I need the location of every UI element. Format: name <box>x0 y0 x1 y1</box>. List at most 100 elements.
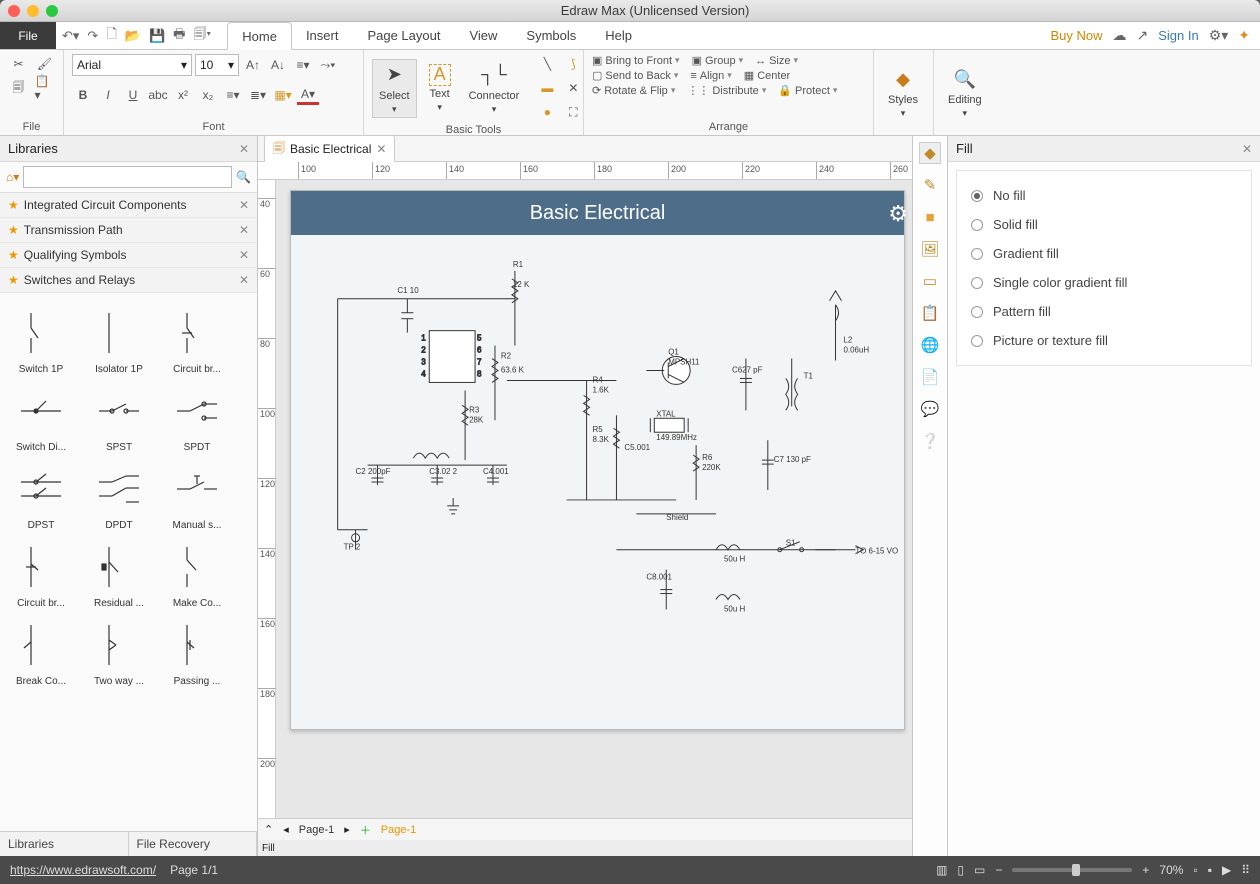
rect-shape-icon[interactable]: ▬ <box>537 78 557 98</box>
rotate-flip-button[interactable]: ⟳ Rotate & Flip <box>592 84 675 97</box>
text-tool-button[interactable]: AText▾ <box>423 62 457 115</box>
maximize-window-button[interactable] <box>46 5 58 17</box>
subscript-icon[interactable]: x₂ <box>197 85 219 105</box>
lib-cat-transmission[interactable]: ★Transmission Path✕ <box>0 218 257 243</box>
font-color-icon[interactable]: A▾ <box>297 85 319 105</box>
distribute-button[interactable]: ⋮⋮ Distribute <box>687 84 766 97</box>
grid-dots-icon[interactable]: ⠿ <box>1241 863 1250 877</box>
shape-residual-[interactable]: Residual ... <box>80 533 158 611</box>
page-tab-1-active[interactable]: Page-1 <box>381 824 416 836</box>
bring-front-button[interactable]: ▣ Bring to Front <box>592 54 680 67</box>
page-next-icon[interactable]: ▸ <box>344 823 350 836</box>
settings-icon[interactable]: ⚙▾ <box>1209 27 1229 44</box>
select-tool-button[interactable]: ➤Select▾ <box>372 59 417 118</box>
print-button[interactable]: 🖶 <box>173 25 185 47</box>
cloud-icon[interactable]: ☁ <box>1112 27 1126 44</box>
tab-view[interactable]: View <box>455 22 512 49</box>
shape-dpdt[interactable]: DPDT <box>80 455 158 533</box>
lib-cat-qualifying[interactable]: ★Qualifying Symbols✕ <box>0 243 257 268</box>
curve-text-icon[interactable]: ⤳▾ <box>317 55 339 75</box>
zoom-slider[interactable] <box>1012 868 1132 872</box>
copy-icon[interactable]: 🗐 <box>9 78 29 98</box>
page-tab-1[interactable]: Page-1 <box>299 824 334 836</box>
zoom-value[interactable]: 70% <box>1159 863 1183 877</box>
pages-arrow-icon[interactable]: ⌃ <box>264 823 273 836</box>
minimize-window-button[interactable] <box>27 5 39 17</box>
libraries-close-icon[interactable]: ✕ <box>239 142 249 156</box>
send-back-button[interactable]: ▢ Send to Back <box>592 69 678 82</box>
highlight-icon[interactable]: ▦▾ <box>272 85 294 105</box>
new-doc-button[interactable]: 🗋 <box>106 25 116 47</box>
format-painter-icon[interactable]: 🖌 <box>35 54 55 74</box>
lib-tab-file-recovery[interactable]: File Recovery <box>129 832 258 856</box>
page-prev-icon[interactable]: ◂ <box>283 823 289 836</box>
fill-opt-single-gradient[interactable]: Single color gradient fill <box>967 268 1241 297</box>
shape-break-co-[interactable]: Break Co... <box>2 611 80 689</box>
sign-in-link[interactable]: Sign In <box>1158 28 1198 43</box>
tab-help[interactable]: Help <box>591 22 647 49</box>
shape-fill-icon[interactable]: ■ <box>919 206 941 228</box>
bold-icon[interactable]: B <box>72 85 94 105</box>
superscript-icon[interactable]: x² <box>172 85 194 105</box>
shape-dpst[interactable]: DPST <box>2 455 80 533</box>
status-url[interactable]: https://www.edrawsoft.com/ <box>10 863 156 877</box>
lib-tab-libraries[interactable]: Libraries <box>0 832 129 856</box>
color-palette[interactable]: Fill <box>258 840 912 856</box>
font-size-select[interactable]: 10▾ <box>195 54 239 76</box>
paste-icon[interactable]: 📋▾ <box>35 78 55 98</box>
fill-tool-icon[interactable]: ◆ <box>919 142 941 164</box>
fill-opt-gradient[interactable]: Gradient fill <box>967 239 1241 268</box>
undo-button[interactable]: ↶▾ <box>62 28 79 44</box>
size-button[interactable]: ↔ Size <box>755 55 798 67</box>
arc-shape-icon[interactable]: ⟆ <box>563 54 583 74</box>
underline-icon[interactable]: U <box>122 85 144 105</box>
editing-button[interactable]: 🔍Editing▾ <box>942 64 988 121</box>
shape-circuit-br-[interactable]: Circuit br... <box>158 299 236 377</box>
lib-cat-integrated[interactable]: ★Integrated Circuit Components✕ <box>0 193 257 218</box>
layer-tool-icon[interactable]: ▭ <box>919 270 941 292</box>
fill-opt-solid[interactable]: Solid fill <box>967 210 1241 239</box>
lib-home-icon[interactable]: ⌂▾ <box>6 170 19 184</box>
redo-button[interactable]: ↷ <box>87 28 98 44</box>
shape-switch-1p[interactable]: Switch 1P <box>2 299 80 377</box>
doc-tab-basic-electrical[interactable]: 🗐Basic Electrical✕ <box>264 135 395 163</box>
shape-circuit-br-[interactable]: Circuit br... <box>2 533 80 611</box>
bullets-icon[interactable]: ≡▾ <box>222 85 244 105</box>
italic-icon[interactable]: I <box>97 85 119 105</box>
styles-button[interactable]: ◆Styles▾ <box>882 64 924 121</box>
protect-button[interactable]: 🔒 Protect <box>778 84 837 97</box>
search-icon[interactable]: 🔍 <box>236 170 251 184</box>
libraries-search-input[interactable] <box>23 166 232 188</box>
connector-tool-button[interactable]: ┐└Connector▾ <box>463 60 526 117</box>
attachment-icon[interactable]: 📄 <box>919 366 941 388</box>
picture-tool-icon[interactable]: 🖼 <box>919 238 941 260</box>
fit-width-icon[interactable]: ▪ <box>1208 863 1212 877</box>
tab-insert[interactable]: Insert <box>292 22 354 49</box>
gear-icon[interactable]: ⚙ <box>888 201 908 227</box>
add-page-icon[interactable]: ＋ <box>360 822 371 838</box>
shape-passing-[interactable]: Passing ... <box>158 611 236 689</box>
file-menu-button[interactable]: File <box>0 22 56 49</box>
crop-icon[interactable]: ⛶ <box>563 102 583 122</box>
ellipse-shape-icon[interactable]: ● <box>537 102 557 122</box>
view-mode-2-icon[interactable]: ▯ <box>957 863 964 877</box>
close-window-button[interactable] <box>8 5 20 17</box>
crosshair-icon[interactable]: ✕ <box>563 78 583 98</box>
grow-font-icon[interactable]: A↑ <box>242 55 264 75</box>
fill-opt-none[interactable]: No fill <box>967 181 1241 210</box>
group-button[interactable]: ▣ Group <box>692 54 744 67</box>
view-mode-3-icon[interactable]: ▭ <box>974 863 985 877</box>
view-mode-1-icon[interactable]: ▥ <box>936 863 947 877</box>
font-name-select[interactable]: Arial▾ <box>72 54 192 76</box>
fill-close-icon[interactable]: ✕ <box>1242 142 1252 156</box>
fill-opt-picture[interactable]: Picture or texture fill <box>967 326 1241 355</box>
center-button[interactable]: ▦ Center <box>744 69 790 82</box>
save-button[interactable]: 💾 <box>149 28 165 44</box>
tab-symbols[interactable]: Symbols <box>512 22 591 49</box>
comment-icon[interactable]: 💬 <box>919 398 941 420</box>
fill-opt-pattern[interactable]: Pattern fill <box>967 297 1241 326</box>
zoom-in-icon[interactable]: + <box>1142 863 1149 877</box>
tab-page-layout[interactable]: Page Layout <box>353 22 455 49</box>
zoom-out-icon[interactable]: − <box>995 863 1002 877</box>
drawing-page[interactable]: Basic Electrical ⚙ <box>290 190 905 730</box>
